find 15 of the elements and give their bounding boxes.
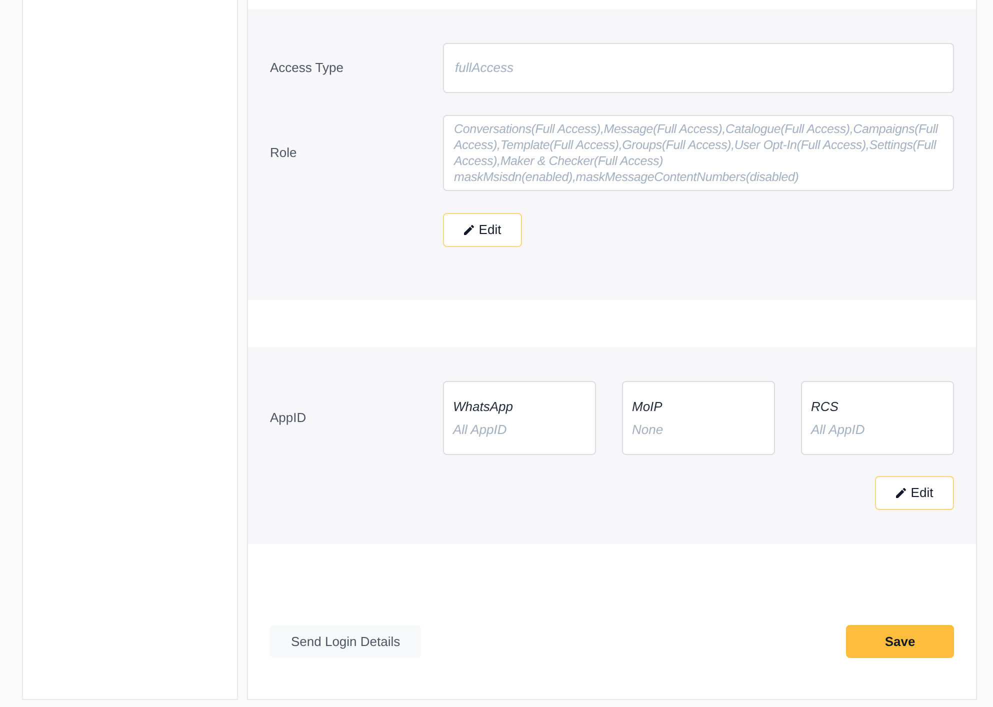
card-value: All AppID [811,422,866,438]
edit-button[interactable]: Edit [875,476,954,510]
field-label: Role [270,144,298,162]
field-label: Access Type [270,59,344,78]
card-value: None [632,422,664,438]
edit-button[interactable]: Edit [443,213,522,247]
send-login-details-button[interactable]: Send Login Details [270,625,422,658]
pencil-icon [464,225,474,235]
card-title: RCS [811,399,840,415]
card-value: All AppID [453,422,508,438]
field-label: AppID [270,409,308,428]
card-title: MoIP [632,399,664,415]
pencil-icon [896,488,906,498]
card-title: WhatsApp [453,399,514,415]
save-button[interactable]: Save [846,625,954,658]
